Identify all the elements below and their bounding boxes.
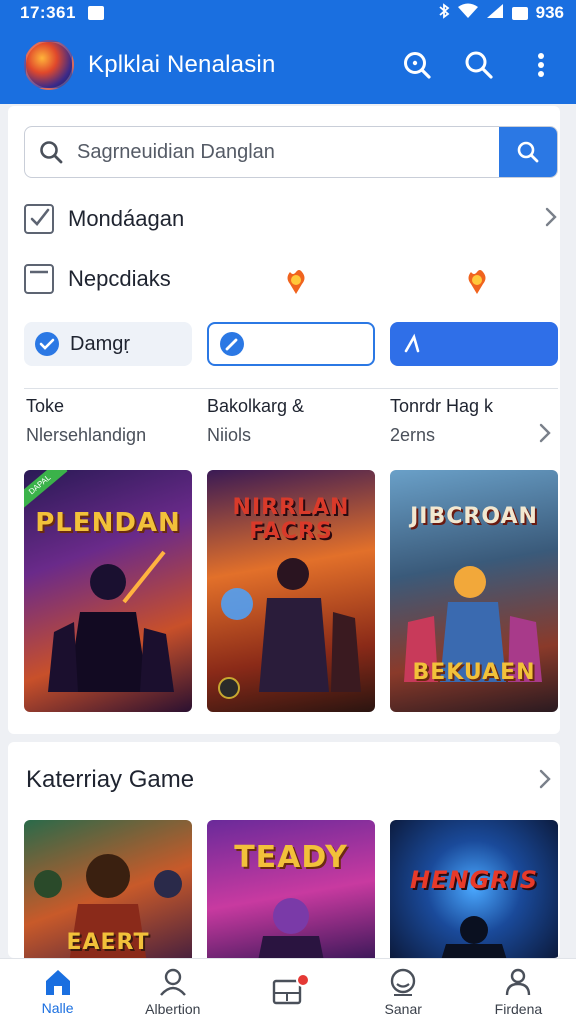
nav-label: Sanar: [384, 1000, 422, 1017]
search-alt-button[interactable]: [462, 48, 496, 82]
wifi-icon: [457, 3, 478, 24]
game-bottom-text: BEKUAEN: [412, 660, 536, 685]
nav-item-inbox[interactable]: [230, 959, 345, 1024]
section-title: Katerriay Game: [26, 766, 195, 793]
game-title: HENGRIS: [410, 866, 538, 894]
nav-item-firdena[interactable]: Firdena: [461, 959, 576, 1024]
nav-label: Firdena: [494, 1000, 543, 1017]
game-card[interactable]: HENGRIS: [390, 820, 558, 958]
nav-item-sanar[interactable]: Sanar: [346, 959, 461, 1024]
status-time: 17:361: [20, 3, 76, 22]
menu-row-label: Mondáagan: [68, 206, 185, 231]
home-icon: [45, 969, 70, 995]
more-options-button[interactable]: [524, 48, 558, 82]
info-subtitle: Nlersehlandign: [26, 425, 147, 445]
app-title: Kplklai Nenalasin: [88, 51, 276, 78]
face-icon: [391, 968, 416, 996]
fire-icon: [281, 266, 311, 296]
info-title: Bakolkarg &: [207, 396, 305, 416]
checkbox-icon[interactable]: [24, 204, 54, 234]
info-title: Tonrdr Hag k: [390, 396, 494, 416]
status-icons: 936: [438, 2, 564, 24]
search-icon: [404, 52, 431, 79]
search-icon: [517, 141, 539, 163]
game-artwork: [48, 550, 174, 692]
signal-icon: [486, 3, 504, 24]
search-icon: [25, 140, 77, 164]
info-subtitle: Niiols: [207, 425, 252, 445]
nav-item-albertion[interactable]: Albertion: [115, 959, 230, 1024]
info-column[interactable]: Toke Nlersehlandign: [26, 396, 196, 446]
chevron-right-icon: [544, 206, 558, 233]
app-bar: Kplklai Nenalasin: [0, 26, 576, 104]
pencil-circle-icon: [220, 332, 244, 356]
main-card: Mondáagan Nepcdiaks Damgṛ Toke Nlersehla…: [8, 106, 560, 734]
fire-icon: [462, 266, 492, 296]
profile-icon: [506, 968, 531, 995]
caret-icon: [404, 333, 420, 353]
game-artwork: [218, 558, 361, 699]
game-title: EAERT: [66, 930, 150, 955]
info-title: Toke: [26, 396, 65, 416]
filter-chip-damgr[interactable]: Damgṛ: [24, 322, 192, 366]
game-artwork: [258, 898, 324, 958]
search-button[interactable]: [400, 48, 434, 82]
status-bar: 17:361 936: [0, 0, 576, 26]
battery-icon: [511, 6, 528, 20]
check-circle-icon: [35, 332, 59, 356]
battery-text: 936: [535, 3, 564, 22]
nav-item-home[interactable]: Nalle: [0, 959, 115, 1024]
app-logo[interactable]: [24, 40, 74, 90]
more-vertical-icon: [538, 53, 544, 77]
game-card[interactable]: NIRRLAN FACRS: [207, 470, 375, 712]
nav-label: Albertion: [145, 1000, 201, 1017]
info-column[interactable]: Tonrdr Hag k 2erns: [390, 396, 560, 446]
search-submit-button[interactable]: [499, 127, 557, 177]
search-bar: [24, 126, 558, 178]
game-title: NIRRLAN FACRS: [232, 495, 350, 544]
game-card[interactable]: DAPAL PLENDAN: [24, 470, 192, 712]
game-title: JIBCROAN: [410, 504, 538, 529]
filter-chip-edit[interactable]: [207, 322, 375, 366]
game-card[interactable]: JIBCROAN BEKUAEN: [390, 470, 558, 712]
bottom-nav: Nalle Albertion Sanar Firdena: [0, 958, 576, 1024]
chip-label: Damgṛ: [70, 332, 131, 355]
menu-row-label: Nepcdiaks: [68, 266, 171, 291]
game-badge: DAPAL: [24, 470, 68, 510]
bluetooth-icon: [438, 2, 450, 24]
divider: [24, 388, 558, 389]
game-card[interactable]: TEADY: [207, 820, 375, 958]
menu-row-mondaagan[interactable]: Mondáagan: [24, 194, 558, 244]
info-column[interactable]: Bakolkarg & Niiols: [207, 396, 377, 446]
info-subtitle: 2erns: [390, 425, 436, 445]
chevron-right-icon[interactable]: [538, 768, 552, 795]
notification-icon: [87, 6, 104, 20]
search-input[interactable]: [77, 140, 499, 164]
person-icon: [159, 968, 186, 996]
checkbox-icon[interactable]: [24, 264, 54, 294]
filter-chip-active[interactable]: [390, 322, 558, 366]
search-icon: [465, 51, 493, 79]
game-title: TEADY: [234, 840, 348, 875]
game-artwork: [441, 916, 507, 958]
game-title: PLENDAN: [35, 508, 181, 538]
chevron-right-icon[interactable]: [538, 422, 552, 449]
notification-badge: [296, 972, 310, 987]
nav-label: Nalle: [41, 999, 74, 1016]
category-card: Katerriay Game EAERT TEADY HENGRIS: [8, 742, 560, 958]
game-card[interactable]: EAERT: [24, 820, 192, 958]
